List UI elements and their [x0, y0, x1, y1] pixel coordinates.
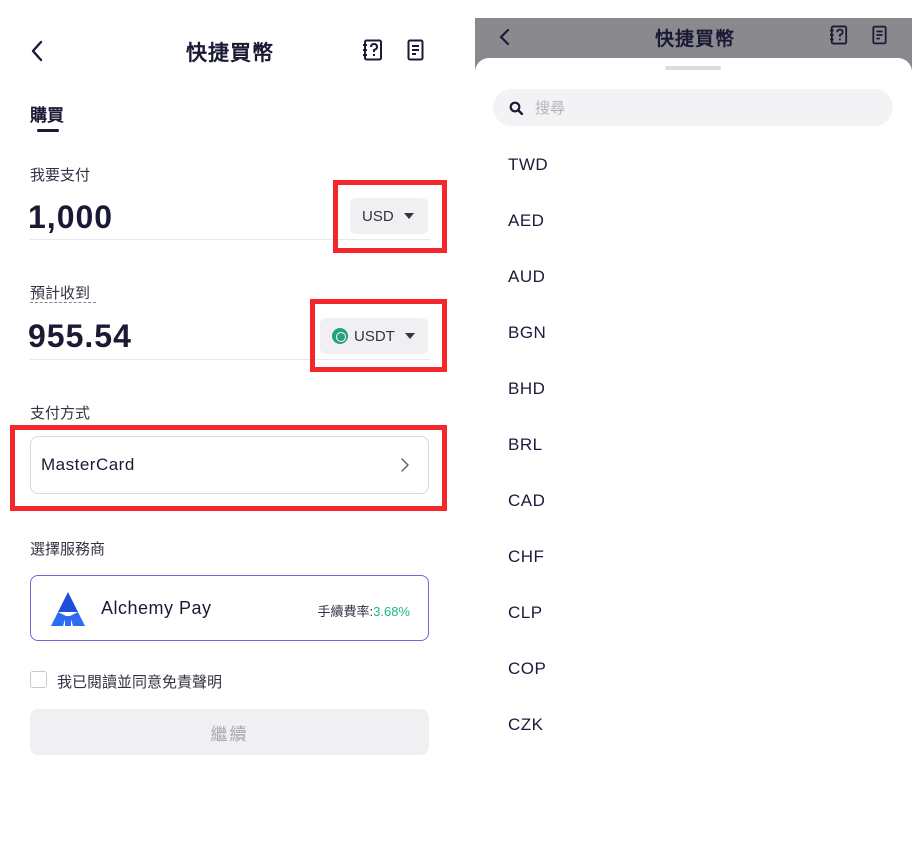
- pay-label: 我要支付: [30, 167, 91, 184]
- search-input[interactable]: 搜尋: [493, 89, 893, 126]
- provider-option[interactable]: Alchemy Pay 手續費率:3.68%: [30, 575, 429, 641]
- provider-name: Alchemy Pay: [101, 598, 212, 618]
- receive-label: 預計收到: [30, 285, 91, 302]
- tab-buy[interactable]: 購買: [30, 101, 64, 126]
- search-icon: [509, 101, 523, 115]
- continue-button[interactable]: 繼續: [30, 709, 429, 755]
- currency-item[interactable]: CLP: [508, 603, 543, 623]
- highlight-box-payment-method: [10, 425, 447, 511]
- currency-item[interactable]: AED: [508, 211, 544, 231]
- search-placeholder: 搜尋: [535, 100, 566, 117]
- page-title: 快捷買幣: [654, 29, 735, 50]
- agree-text[interactable]: 我已閱讀並同意免責聲明: [57, 671, 222, 692]
- fee-value: 3.68%: [373, 604, 410, 619]
- receive-amount: 955.54: [28, 318, 132, 354]
- payment-method-label: 支付方式: [30, 405, 91, 422]
- provider-fee: 手續費率:3.68%: [318, 601, 411, 620]
- buy-panel: 快捷買幣 購買 我要支付 1,000 USD 預計收到 955.54 USDT …: [0, 0, 460, 843]
- provider-label: 選擇服務商: [30, 541, 106, 558]
- highlight-box-pay-currency: [333, 180, 447, 253]
- currency-item[interactable]: BGN: [508, 323, 546, 343]
- sheet-grabber[interactable]: [665, 66, 721, 70]
- chevron-left-icon: [499, 28, 510, 46]
- currency-item[interactable]: BHD: [508, 379, 545, 399]
- currency-item[interactable]: CHF: [508, 547, 544, 567]
- currency-item[interactable]: TWD: [508, 155, 548, 175]
- currency-item[interactable]: COP: [508, 659, 546, 679]
- currency-item[interactable]: BRL: [508, 435, 543, 455]
- currency-item[interactable]: CAD: [508, 491, 545, 511]
- currency-picker-panel: 快捷買幣 搜尋 TWD AED AUD BGN BHD BRL CAD CHF CLP COP CZ…: [475, 18, 912, 843]
- bottom-sheet: 搜尋 TWD AED AUD BGN BHD BRL CAD CHF CLP COP CZK: [475, 58, 912, 843]
- fee-label: 手續費率:: [317, 604, 374, 619]
- tab-active-indicator: [37, 129, 59, 132]
- currency-item[interactable]: CZK: [508, 715, 544, 735]
- pay-amount-input[interactable]: 1,000: [28, 199, 113, 236]
- receive-label-dash: [30, 302, 96, 303]
- alchemy-pay-logo: [51, 592, 85, 626]
- highlight-box-receive-currency: [310, 299, 447, 372]
- currency-item[interactable]: AUD: [508, 267, 545, 287]
- agree-checkbox[interactable]: [30, 671, 47, 688]
- orders-list-icon[interactable]: [407, 39, 424, 61]
- help-doc-icon[interactable]: [363, 39, 383, 61]
- orders-list-icon: [872, 25, 887, 45]
- help-doc-icon: [830, 25, 848, 45]
- chevron-left-icon[interactable]: [30, 40, 44, 62]
- page-title: 快捷買幣: [186, 42, 274, 65]
